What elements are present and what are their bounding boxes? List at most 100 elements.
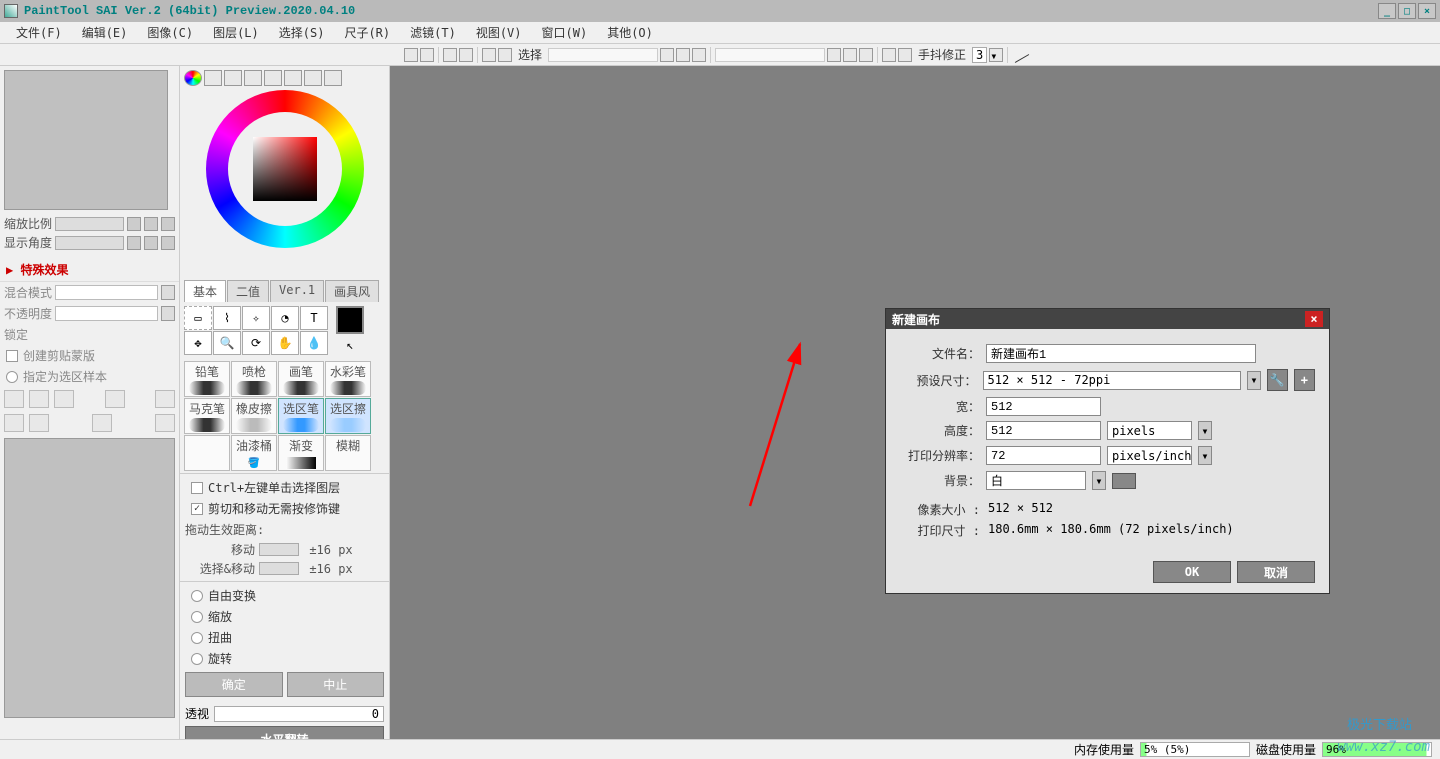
wand-tool[interactable]: ✧	[242, 306, 270, 330]
foreground-color-swatch[interactable]	[336, 306, 364, 334]
rotate-opt[interactable]: 旋转	[185, 648, 384, 669]
close-button[interactable]: ×	[1418, 3, 1436, 19]
tb-btn-9[interactable]	[692, 48, 706, 62]
zoom-tool[interactable]: 🔍	[213, 331, 241, 355]
menu-ruler[interactable]: 尺子(R)	[334, 22, 400, 43]
zoom-minus-button[interactable]	[127, 217, 141, 231]
tb-btn-10[interactable]	[827, 48, 841, 62]
unit-dropdown-icon[interactable]: ▾	[1198, 421, 1212, 440]
bg-color-swatch[interactable]	[1112, 473, 1136, 489]
new-folder-button[interactable]	[54, 390, 74, 408]
res-unit-select[interactable]: pixels/inch	[1107, 446, 1192, 465]
blend-select[interactable]	[55, 285, 158, 300]
angle-slider[interactable]	[55, 236, 124, 250]
tb-btn-6[interactable]	[498, 48, 512, 62]
distort-opt[interactable]: 扭曲	[185, 627, 384, 648]
palette-grid2-icon[interactable]	[304, 70, 322, 86]
dialog-close-button[interactable]: ×	[1305, 311, 1323, 327]
menu-filter[interactable]: 滤镜(T)	[400, 22, 466, 43]
tb-stab-dd[interactable]: ▾	[989, 48, 1003, 62]
zoom-slider[interactable]	[55, 217, 124, 231]
checkbox-icon[interactable]	[191, 482, 203, 494]
layer-menu-button[interactable]	[155, 390, 175, 408]
eyedropper-tool[interactable]: 💧	[300, 331, 328, 355]
tb-btn-1[interactable]	[404, 48, 418, 62]
tb-btn-5[interactable]	[482, 48, 496, 62]
move-slider[interactable]	[259, 543, 299, 556]
transform-ok-button[interactable]: 确定	[185, 672, 283, 697]
radio-icon[interactable]	[191, 632, 203, 644]
menu-view[interactable]: 视图(V)	[466, 22, 532, 43]
sample-row[interactable]: 指定为选区样本	[0, 366, 179, 387]
swap-colors-icon[interactable]: ↖	[346, 338, 353, 352]
palette-grid3-icon[interactable]	[324, 70, 342, 86]
shape-tool[interactable]: ◔	[271, 306, 299, 330]
hand-tool[interactable]: ✋	[271, 331, 299, 355]
bg-select[interactable]: 白	[986, 471, 1086, 490]
brush-selerase[interactable]: 选区擦	[325, 398, 371, 434]
navigator-preview[interactable]	[4, 70, 168, 210]
angle-cw-button[interactable]	[144, 236, 158, 250]
new-vector-layer-button[interactable]	[29, 390, 49, 408]
height-input[interactable]	[986, 421, 1101, 440]
free-transform-opt[interactable]: 自由变换	[185, 585, 384, 606]
lasso-tool[interactable]: ⌇	[213, 306, 241, 330]
dialog-title-bar[interactable]: 新建画布 ×	[886, 309, 1329, 329]
menu-other[interactable]: 其他(O)	[597, 22, 663, 43]
selmove-slider[interactable]	[259, 562, 299, 575]
radio-icon[interactable]	[191, 590, 203, 602]
tab-paint-style[interactable]: 画具风	[325, 280, 379, 302]
menu-select[interactable]: 选择(S)	[269, 22, 335, 43]
dialog-cancel-button[interactable]: 取消	[1237, 561, 1315, 583]
brush-selpen[interactable]: 选区笔	[278, 398, 324, 434]
canvas-area[interactable]: 新建画布 × 文件名： 预设尺寸： 512 × 512 - 72ppi ▾ 🔧 …	[390, 66, 1440, 739]
tb-btn-3[interactable]	[443, 48, 457, 62]
mask-button[interactable]	[105, 390, 125, 408]
palette-hist-icon[interactable]	[264, 70, 282, 86]
resolution-input[interactable]	[986, 446, 1101, 465]
radio-icon[interactable]	[191, 611, 203, 623]
palette-grid-icon[interactable]	[284, 70, 302, 86]
bg-dropdown-icon[interactable]: ▾	[1092, 471, 1106, 490]
layer-settings-button[interactable]	[155, 414, 175, 432]
radio-icon[interactable]	[6, 371, 18, 383]
radio-icon[interactable]	[191, 653, 203, 665]
menu-file[interactable]: 文件(F)	[6, 22, 72, 43]
tb-btn-13[interactable]	[882, 48, 896, 62]
opacity-field[interactable]	[55, 306, 158, 321]
brush-marker[interactable]: 马克笔	[184, 398, 230, 434]
checkbox-icon[interactable]: ✓	[191, 503, 203, 515]
clear-button[interactable]	[29, 414, 49, 432]
line-icon[interactable]	[1012, 48, 1032, 62]
tb-btn-2[interactable]	[420, 48, 434, 62]
brush-airbrush[interactable]: 喷枪	[231, 361, 277, 397]
scratchpad-icon[interactable]	[244, 70, 262, 86]
tab-ver1[interactable]: Ver.1	[270, 280, 324, 302]
tab-basic[interactable]: 基本	[184, 280, 226, 302]
menu-layer[interactable]: 图层(L)	[203, 22, 269, 43]
perspective-field[interactable]: 0	[214, 706, 384, 722]
brush-blur[interactable]: 模糊	[325, 435, 371, 471]
res-unit-dropdown-icon[interactable]: ▾	[1198, 446, 1212, 465]
brush-empty[interactable]	[184, 435, 230, 471]
color-bars2-icon[interactable]	[224, 70, 242, 86]
menu-edit[interactable]: 编辑(E)	[72, 22, 138, 43]
brush-bucket[interactable]: 油漆桶🪣	[231, 435, 277, 471]
transform-cancel-button[interactable]: 中止	[287, 672, 385, 697]
rotate-tool[interactable]: ⟳	[242, 331, 270, 355]
preset-wrench-button[interactable]: 🔧	[1267, 369, 1288, 391]
zoom-plus-button[interactable]	[144, 217, 158, 231]
tb-btn-7[interactable]	[660, 48, 674, 62]
move-tool[interactable]: ✥	[184, 331, 212, 355]
blend-dropdown-icon[interactable]	[161, 285, 175, 300]
text-tool[interactable]: T	[300, 306, 328, 330]
brush-eraser[interactable]: 橡皮擦	[231, 398, 277, 434]
layer-list-panel[interactable]	[4, 438, 175, 718]
brush-watercolor[interactable]: 水彩笔	[325, 361, 371, 397]
delete-layer-button[interactable]	[92, 414, 112, 432]
preset-select[interactable]: 512 × 512 - 72ppi	[983, 371, 1242, 390]
brush-brush[interactable]: 画笔	[278, 361, 324, 397]
color-wheel[interactable]	[190, 90, 380, 280]
opacity-sq[interactable]	[161, 306, 175, 321]
checkbox-icon[interactable]	[6, 350, 18, 362]
